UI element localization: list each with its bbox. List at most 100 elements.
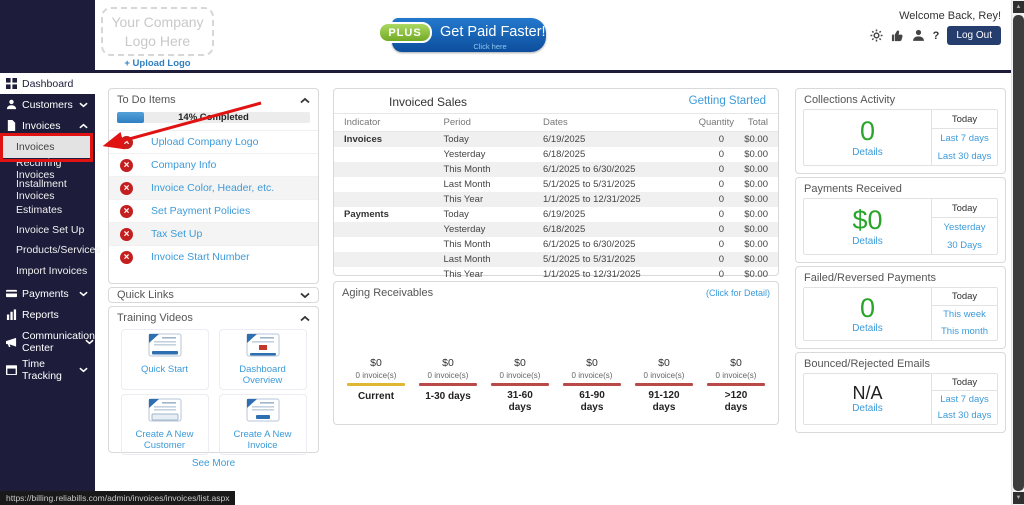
table-header-row: Indicator Period Dates Quantity Total	[334, 114, 778, 132]
tab-today[interactable]: Today	[932, 110, 997, 129]
tab-last-30-days[interactable]: Last 30 days	[932, 147, 997, 165]
todo-item-link[interactable]: Invoice Color, Header, etc.	[151, 182, 274, 194]
vertical-scrollbar[interactable]: ▲ ▼	[1011, 0, 1024, 505]
stat-main: N/A Details	[804, 374, 931, 424]
stat-value: $0	[852, 206, 882, 234]
cell-dates: 1/1/2025 to 12/31/2025	[543, 267, 694, 282]
submenu-item-installment-invoices[interactable]: Installment Invoices	[0, 179, 95, 200]
tab-today[interactable]: Today	[932, 288, 997, 306]
upload-logo-link[interactable]: + Upload Logo	[101, 58, 214, 69]
submenu-item-recurring-invoices[interactable]: Recurring Invoices	[0, 158, 95, 179]
tab-30-days[interactable]: 30 Days	[932, 236, 997, 254]
scrollbar-thumb[interactable]	[1013, 15, 1024, 491]
submenu-item-import-invoices[interactable]: Import Invoices	[0, 260, 95, 281]
bucket-bar	[707, 383, 765, 386]
expand-chevron-down-icon[interactable]	[300, 292, 310, 299]
todo-item[interactable]: ×Company Info	[109, 153, 318, 176]
aging-bucket-61-90[interactable]: $00 invoice(s)61-90 days	[556, 357, 628, 416]
sidebar-item-payments[interactable]: Payments	[0, 283, 95, 304]
quick-links-header[interactable]: Quick Links	[109, 288, 318, 302]
details-link[interactable]: Details	[852, 403, 883, 414]
click-for-detail-link[interactable]: (Click for Detail)	[706, 288, 770, 298]
details-link[interactable]: Details	[852, 147, 883, 158]
todo-item-link[interactable]: Invoice Start Number	[151, 251, 250, 263]
todo-item[interactable]: ×Set Payment Policies	[109, 199, 318, 222]
get-paid-faster-banner[interactable]: PLUS Get Paid Faster! Click here	[378, 16, 546, 54]
see-more-link[interactable]: See More	[109, 458, 318, 469]
chevron-up-icon	[79, 123, 88, 129]
details-link[interactable]: Details	[852, 236, 883, 247]
sidebar-item-invoices[interactable]: Invoices	[0, 115, 95, 136]
tab-this-month[interactable]: This month	[932, 323, 997, 340]
video-card-create-invoice[interactable]: Create A New Invoice	[219, 394, 307, 455]
logout-button[interactable]: Log Out	[947, 26, 1001, 45]
collapse-chevron-up-icon[interactable]	[300, 315, 310, 322]
tab-this-week[interactable]: This week	[932, 306, 997, 323]
column-header: Period	[444, 114, 543, 132]
cell-period: Last Month	[444, 177, 543, 192]
scrollbar-up-arrow[interactable]: ▲	[1013, 1, 1024, 13]
submenu-item-estimates[interactable]: Estimates	[0, 200, 95, 220]
todo-item[interactable]: ×Invoice Color, Header, etc.	[109, 176, 318, 199]
tab-today[interactable]: Today	[932, 199, 997, 218]
aging-bucket-1-30[interactable]: $00 invoice(s)1-30 days	[412, 357, 484, 416]
scrollbar-down-arrow[interactable]: ▼	[1013, 492, 1024, 504]
todo-item[interactable]: ×Tax Set Up	[109, 222, 318, 245]
bounced-rejected-emails-panel: Bounced/Rejected Emails N/A Details Toda…	[795, 352, 1006, 433]
stat-tabs: Today This week This month	[931, 288, 997, 340]
stat-main: 0 Details	[804, 110, 931, 165]
training-videos-title: Training Videos	[117, 312, 193, 324]
collapse-chevron-up-icon[interactable]	[300, 97, 310, 104]
tab-last-7-days[interactable]: Last 7 days	[932, 129, 997, 147]
cell-total: $0.00	[742, 237, 778, 252]
aging-bucket-31-60[interactable]: $00 invoice(s)31-60 days	[484, 357, 556, 416]
tab-yesterday[interactable]: Yesterday	[932, 218, 997, 236]
tab-last-30-days[interactable]: Last 30 days	[932, 408, 997, 424]
sidebar-item-customers[interactable]: Customers	[0, 94, 95, 115]
video-label[interactable]: Dashboard Overview	[222, 364, 304, 387]
tab-today[interactable]: Today	[932, 374, 997, 391]
video-label[interactable]: Create A New Invoice	[222, 429, 304, 452]
cell-period: This Year	[444, 192, 543, 207]
video-card-create-customer[interactable]: Create A New Customer	[121, 394, 209, 455]
todo-item[interactable]: ×Upload Company Logo	[109, 130, 318, 153]
todo-item[interactable]: ×Invoice Start Number	[109, 245, 318, 268]
todo-item-link[interactable]: Company Info	[151, 159, 216, 171]
sidebar-item-dashboard[interactable]: Dashboard	[0, 73, 95, 94]
sidebar-item-communication-center[interactable]: Communication Center	[0, 328, 95, 356]
banner-click-here[interactable]: Click here	[440, 42, 540, 51]
bucket-bar	[419, 383, 477, 386]
cell-quantity: 0	[694, 162, 742, 177]
sidebar-top-spacer	[0, 0, 95, 73]
thumbs-up-icon[interactable]	[891, 29, 904, 42]
sidebar: Dashboard Customers Invoices Invoices Re…	[0, 0, 95, 505]
tab-last-7-days[interactable]: Last 7 days	[932, 391, 997, 407]
video-card-dashboard-overview[interactable]: Dashboard Overview	[219, 329, 307, 390]
stat-tabs: Today Yesterday 30 Days	[931, 199, 997, 254]
aging-bucket-over-120[interactable]: $00 invoice(s)>120 days	[700, 357, 772, 416]
aging-bucket-current[interactable]: $00 invoice(s)Current	[340, 357, 412, 416]
aging-bucket-91-120[interactable]: $00 invoice(s)91-120 days	[628, 357, 700, 416]
submenu-item-invoices[interactable]: Invoices	[2, 136, 93, 158]
todo-item-link[interactable]: Upload Company Logo	[151, 136, 258, 148]
todo-item-link[interactable]: Tax Set Up	[151, 228, 202, 240]
todo-item-link[interactable]: Set Payment Policies	[151, 205, 250, 217]
getting-started-link[interactable]: Getting Started	[689, 95, 766, 107]
todo-progress-bar: 14% Completed	[117, 112, 310, 123]
submenu-item-products-services[interactable]: Products/Services	[0, 240, 95, 260]
bucket-count: 0 invoice(s)	[628, 371, 700, 380]
sidebar-item-time-tracking[interactable]: Time Tracking	[0, 359, 95, 380]
video-card-quick-start[interactable]: Quick Start	[121, 329, 209, 390]
panel-title: Payments Received	[796, 178, 1005, 199]
video-label[interactable]: Create A New Customer	[124, 429, 206, 452]
gear-icon[interactable]	[870, 29, 883, 42]
todo-items-panel: To Do Items 14% Completed ×Upload Compan…	[108, 88, 319, 284]
submenu-item-invoice-set-up[interactable]: Invoice Set Up	[0, 220, 95, 240]
help-icon[interactable]: ?	[933, 30, 940, 42]
sidebar-item-reports[interactable]: Reports	[0, 304, 95, 325]
details-link[interactable]: Details	[852, 323, 883, 334]
video-label[interactable]: Quick Start	[124, 364, 206, 375]
table-row: Last Month5/1/2025 to 5/31/20250$0.00	[334, 252, 778, 267]
user-icon[interactable]	[912, 29, 925, 42]
video-grid: Quick Start Dashboard Overview Create A …	[109, 329, 318, 455]
